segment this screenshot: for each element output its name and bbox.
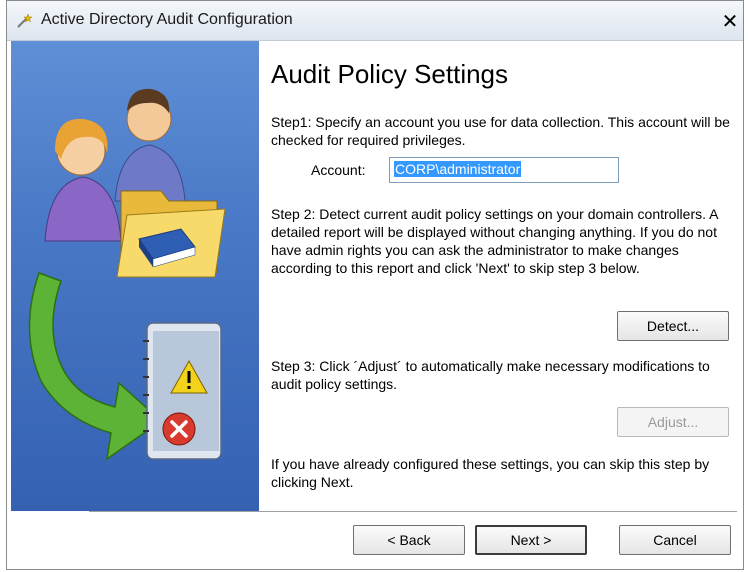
skip-text: If you have already configured these set… [271, 456, 710, 490]
account-value: CORP\administrator [394, 161, 522, 177]
cancel-button[interactable]: Cancel [619, 525, 731, 555]
window-title: Active Directory Audit Configuration [41, 11, 293, 28]
back-button[interactable]: < Back [353, 525, 465, 555]
next-button[interactable]: Next > [475, 525, 587, 555]
step2-text: Step 2: Detect current audit policy sett… [271, 206, 718, 276]
green-arrow-icon [28, 272, 163, 461]
account-row: Account: CORP\administrator [269, 157, 739, 185]
wizard-side-illustration [11, 41, 259, 511]
title-bar[interactable]: Active Directory Audit Configuration ✕ [7, 1, 743, 41]
detect-button[interactable]: Detect... [617, 311, 729, 341]
step1-text: Step1: Specify an account you use for da… [271, 114, 730, 148]
wizard-window: Active Directory Audit Configuration ✕ A… [6, 0, 744, 570]
adjust-button[interactable]: Adjust... [617, 407, 729, 437]
account-label: Account: [311, 162, 366, 178]
wizard-wand-icon [17, 13, 33, 28]
account-input[interactable]: CORP\administrator [389, 157, 619, 183]
wizard-content: Audit Policy Settings Step1: Specify an … [269, 41, 739, 511]
close-button[interactable]: ✕ [719, 11, 741, 33]
error-icon [162, 412, 196, 446]
illustration [28, 88, 226, 461]
step3-text: Step 3: Click ´Adjust´ to automatically … [271, 358, 710, 392]
footer-divider [89, 511, 737, 513]
page-title: Audit Policy Settings [271, 59, 509, 89]
